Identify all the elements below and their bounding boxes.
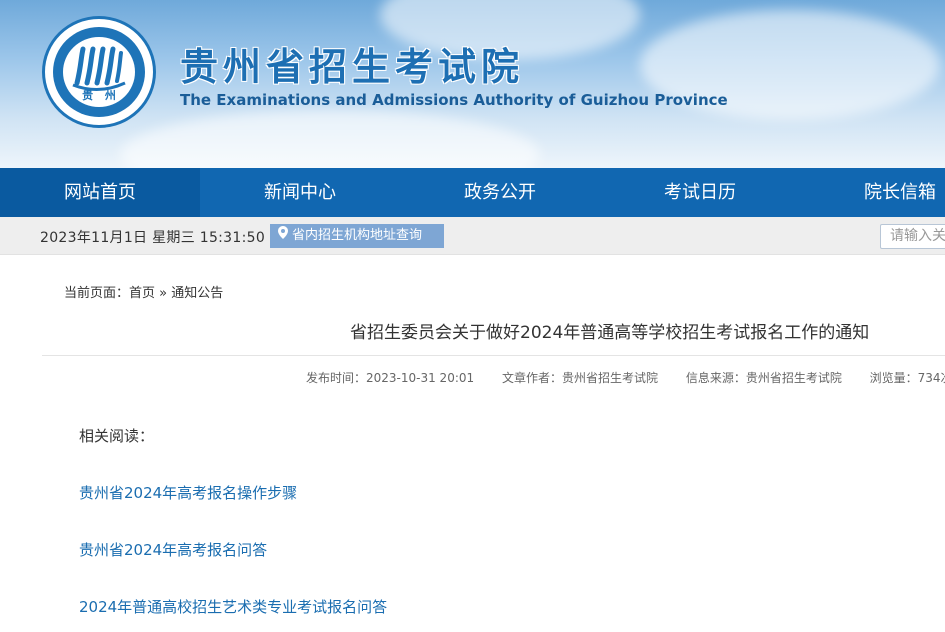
nav-item-news[interactable]: 新闻中心 — [200, 168, 400, 217]
article-title: 省招生委员会关于做好2024年普通高等学校招生考试报名工作的通知 — [350, 323, 870, 343]
breadcrumb-home-link[interactable]: 首页 — [129, 282, 155, 301]
breadcrumb: 当前页面：首页 » 通知公告 — [64, 282, 223, 301]
nav-item-exam-calendar[interactable]: 考试日历 — [600, 168, 800, 217]
cloud-decoration — [120, 110, 540, 168]
search-input[interactable]: 请输入关键字 — [880, 224, 945, 249]
title-divider — [42, 355, 945, 356]
breadcrumb-prefix: 当前页面： — [64, 286, 130, 301]
nav-item-government-affairs[interactable]: 政务公开 — [400, 168, 600, 217]
current-datetime: 2023年11月1日 星期三 15:31:50 — [40, 230, 266, 246]
org-address-lookup-link[interactable]: 省内招生机构地址查询 — [270, 224, 444, 248]
related-link[interactable]: 贵州省2024年高考报名问答 — [79, 539, 267, 560]
related-link[interactable]: 2024年普通高校招生艺术类专业考试报名问答 — [79, 596, 387, 617]
breadcrumb-current[interactable]: 通知公告 — [171, 282, 223, 301]
publish-time: 发布时间：2023-10-31 20:01 — [306, 371, 475, 385]
article-author: 文章作者：贵州省招生考试院 — [501, 371, 658, 385]
nav-item-home[interactable]: 网站首页 — [0, 168, 200, 217]
related-reading-label: 相关阅读： — [79, 427, 155, 445]
site-subtitle: The Examinations and Admissions Authorit… — [180, 91, 728, 109]
related-link[interactable]: 贵州省2024年高考报名操作步骤 — [79, 482, 297, 503]
info-source: 信息来源：贵州省招生考试院 — [685, 371, 842, 385]
nav-item-director-mailbox[interactable]: 院长信箱 — [800, 168, 945, 217]
site-title: 贵州省招生考试院 — [180, 45, 525, 89]
breadcrumb-separator: » — [159, 286, 168, 301]
header-banner: 贵 州 贵州省招生考试院 The Examinations and Admiss… — [0, 0, 945, 168]
logo-caption: 贵 州 — [82, 89, 120, 102]
main-nav: 网站首页 新闻中心 政务公开 考试日历 院长信箱 — [0, 168, 945, 217]
site-logo[interactable]: 贵 州 — [42, 16, 156, 128]
org-link-label: 省内招生机构地址查询 — [292, 228, 423, 243]
view-count: 浏览量：734次 — [869, 371, 945, 385]
location-pin-icon — [278, 224, 288, 248]
info-bar: 2023年11月1日 星期三 15:31:50 省内招生机构地址查询 请输入关键… — [0, 217, 945, 255]
article-meta: 发布时间：2023-10-31 20:01 文章作者：贵州省招生考试院 信息来源… — [306, 369, 945, 386]
